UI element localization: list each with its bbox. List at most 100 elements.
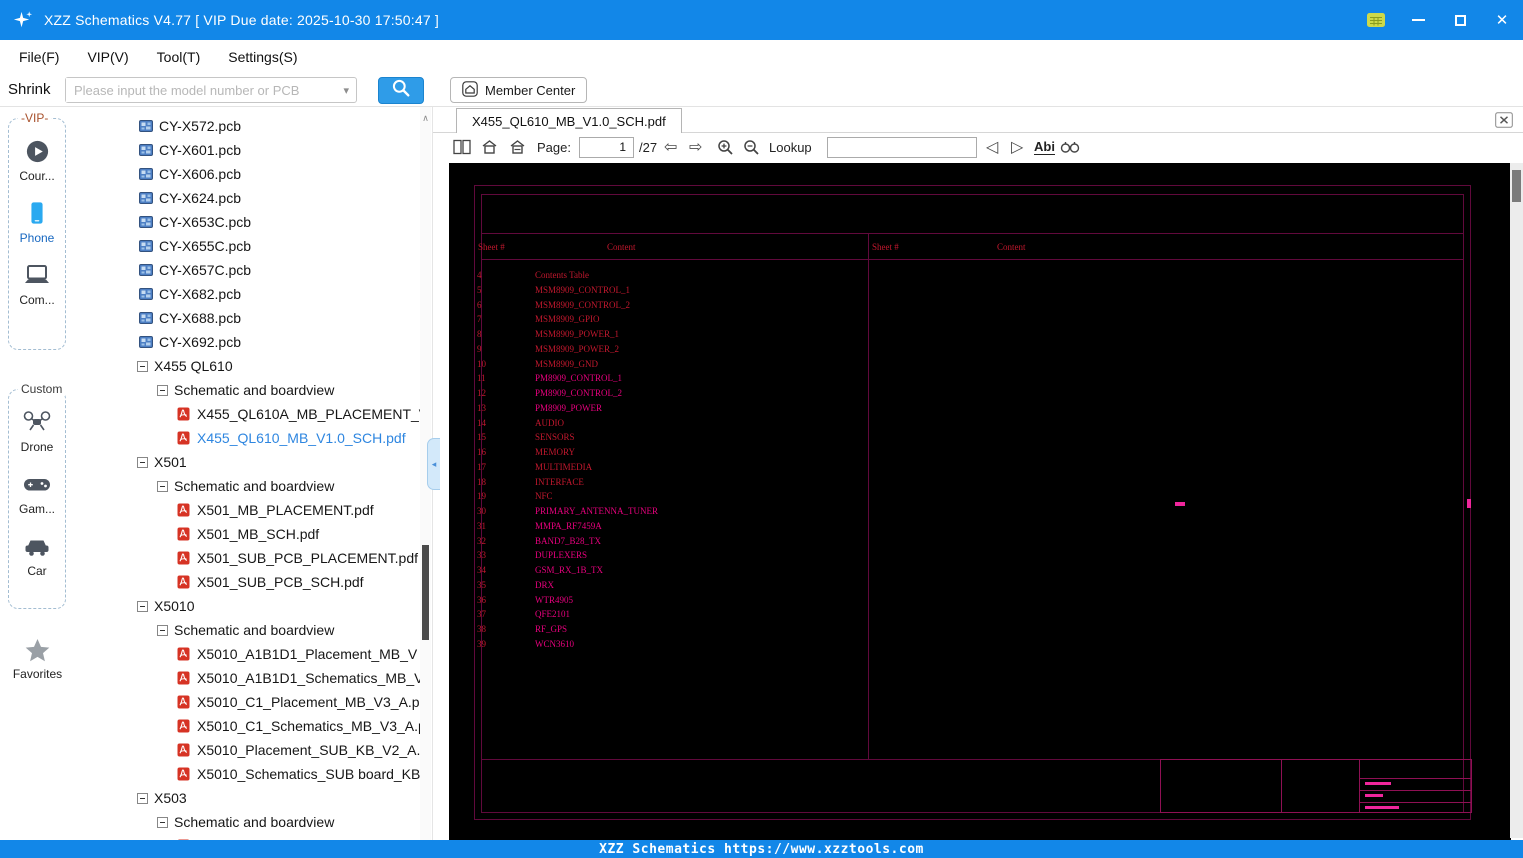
contents-row[interactable]: 14 AUDIO [475, 416, 867, 431]
contents-row[interactable]: 17 MULTIMEDIA [475, 460, 867, 475]
contents-row[interactable]: 39 WCN3610 [475, 637, 867, 652]
next-page-icon[interactable]: ⇨ [689, 133, 702, 161]
prev-match-icon[interactable]: ◁ [986, 133, 998, 161]
contents-row[interactable]: 31 MMPA_RF7459A [475, 519, 867, 534]
zoom-out-icon[interactable] [743, 133, 760, 161]
sidebar-item-cour[interactable]: Cour... [9, 136, 65, 183]
collapse-toggle-icon[interactable] [137, 792, 148, 804]
close-button[interactable]: ✕ [1481, 0, 1523, 40]
model-search-input[interactable] [66, 78, 344, 102]
tree-item-group[interactable]: X455 QL610 [75, 354, 420, 378]
tree-item-pcb[interactable]: CY-X657C.pcb [75, 258, 420, 282]
zoom-in-icon[interactable] [717, 133, 734, 161]
member-center-button[interactable]: Member Center [450, 77, 588, 103]
tree-item-pcb[interactable]: CY-X682.pcb [75, 282, 420, 306]
tree-item-group[interactable]: X503 [75, 786, 420, 810]
shrink-button[interactable]: Shrink [8, 81, 51, 98]
recharge-card-icon[interactable] [1355, 0, 1397, 40]
sidebar-item-drone[interactable]: Drone [9, 407, 65, 454]
contents-row[interactable]: 12 PM8909_CONTROL_2 [475, 386, 867, 401]
collapse-toggle-icon[interactable] [157, 480, 168, 492]
tree-item-pcb[interactable]: CY-X572.pcb [75, 114, 420, 138]
tree-item-pcb[interactable]: CY-X688.pcb [75, 306, 420, 330]
contents-row[interactable]: 32 BAND7_B28_TX [475, 534, 867, 549]
contents-row[interactable]: 37 QFE2101 [475, 607, 867, 622]
tree-item-pdf[interactable]: X5010_C1_Schematics_MB_V3_A.p [75, 714, 420, 738]
tree-item-pdf[interactable]: X5010_A1B1D1_Placement_MB_V [75, 642, 420, 666]
document-tab[interactable]: X455_QL610_MB_V1.0_SCH.pdf [456, 108, 682, 133]
tree-item-pdf[interactable]: X5010_Schematics_SUB board_KB [75, 762, 420, 786]
tree-item-pdf[interactable]: X455_QL610A_MB_PLACEMENT_V [75, 402, 420, 426]
contents-row[interactable]: 15 SENSORS [475, 430, 867, 445]
next-match-icon[interactable]: ▷ [1011, 133, 1023, 161]
search-dropdown-caret-icon[interactable]: ▾ [343, 84, 356, 97]
collapse-toggle-icon[interactable] [157, 384, 168, 396]
tree-item-pdf[interactable]: X501_SUB_PCB_PLACEMENT.pdf [75, 546, 420, 570]
contents-row[interactable]: 7 MSM8909_GPIO [475, 312, 867, 327]
sidebar-item-car[interactable]: Car [9, 531, 65, 578]
sidebar-item-gam[interactable]: Gam... [9, 469, 65, 516]
tree-item-subgroup[interactable]: Schematic and boardview [75, 810, 420, 834]
tree-item-pdf[interactable]: X5010_Placement_SUB_KB_V2_A.p [75, 738, 420, 762]
contents-row[interactable]: 4 Contents Table [475, 268, 867, 283]
contents-row[interactable]: 16 MEMORY [475, 445, 867, 460]
search-button[interactable] [378, 77, 424, 104]
scroll-up-arrow-icon[interactable]: ∧ [421, 113, 430, 124]
contents-row[interactable]: 11 PM8909_CONTROL_1 [475, 371, 867, 386]
viewer-scrollbar[interactable] [1510, 163, 1523, 838]
collapse-toggle-icon[interactable] [137, 360, 148, 372]
prev-page-icon[interactable]: ⇦ [664, 133, 677, 161]
tree-item-pdf[interactable]: X501_MB_SCH.pdf [75, 522, 420, 546]
collapse-toggle-icon[interactable] [137, 456, 148, 468]
menu-vip[interactable]: VIP(V) [73, 49, 142, 65]
sidebar-item-phone[interactable]: Phone [9, 198, 65, 245]
search-all-pages-icon[interactable] [1060, 133, 1080, 161]
contents-row[interactable]: 13 PM8909_POWER [475, 401, 867, 416]
tree-item-pcb[interactable]: CY-X655C.pcb [75, 234, 420, 258]
menu-tool[interactable]: Tool(T) [143, 49, 215, 65]
contents-row[interactable]: 38 RF_GPS [475, 622, 867, 637]
sidebar-item-favorites[interactable]: Favorites [0, 635, 75, 681]
fit-width-icon[interactable] [509, 133, 526, 161]
page-number-input[interactable] [579, 136, 634, 158]
tree-item-pcb[interactable]: CY-X601.pcb [75, 138, 420, 162]
contents-row[interactable]: 18 INTERFACE [475, 475, 867, 490]
contents-row[interactable]: 6 MSM8909_CONTROL_2 [475, 298, 867, 313]
contents-row[interactable]: 30 PRIMARY_ANTENNA_TUNER [475, 504, 867, 519]
two-page-view-icon[interactable] [453, 133, 471, 161]
contents-row[interactable]: 10 MSM8909_GND [475, 357, 867, 372]
contents-row[interactable]: 33 DUPLEXERS [475, 548, 867, 563]
lookup-input[interactable] [827, 136, 977, 158]
tree-item-pdf[interactable]: X5010_C1_Placement_MB_V3_A.p [75, 690, 420, 714]
tree-item-group[interactable]: X5010 [75, 594, 420, 618]
tree-scrollbar-thumb[interactable] [422, 545, 429, 640]
collapse-toggle-icon[interactable] [137, 600, 148, 612]
contents-row[interactable]: 9 MSM8909_POWER_2 [475, 342, 867, 357]
contents-row[interactable]: 19 NFC [475, 489, 867, 504]
tree-item-pdf[interactable]: X455_QL610_MB_V1.0_SCH.pdf [75, 426, 420, 450]
tree-item-pcb[interactable]: CY-X653C.pcb [75, 210, 420, 234]
viewer-scrollbar-thumb[interactable] [1512, 170, 1521, 202]
tree-item-subgroup[interactable]: Schematic and boardview [75, 474, 420, 498]
tree-item-subgroup[interactable]: Schematic and boardview [75, 618, 420, 642]
tree-item-pcb[interactable]: CY-X692.pcb [75, 330, 420, 354]
menu-settings[interactable]: Settings(S) [214, 49, 311, 65]
tree-item-pcb[interactable]: CY-X624.pcb [75, 186, 420, 210]
tree-item-subgroup[interactable]: Schematic and boardview [75, 378, 420, 402]
panel-collapse-handle[interactable]: ◂ [427, 438, 440, 490]
match-case-button[interactable]: Abi [1034, 139, 1055, 155]
pdf-canvas[interactable]: Sheet # Content Sheet # Content 4 Content… [449, 163, 1511, 840]
contents-row[interactable]: 8 MSM8909_POWER_1 [475, 327, 867, 342]
tree-item-pdf[interactable]: X5010_A1B1D1_Schematics_MB_V [75, 666, 420, 690]
sidebar-item-com[interactable]: Com... [9, 260, 65, 307]
menu-file[interactable]: File(F) [5, 49, 73, 65]
minimize-button[interactable] [1397, 0, 1439, 40]
fit-page-icon[interactable] [481, 133, 498, 161]
contents-row[interactable]: 5 MSM8909_CONTROL_1 [475, 283, 867, 298]
tree-item-pdf[interactable]: X501_SUB_PCB_SCH.pdf [75, 570, 420, 594]
maximize-button[interactable] [1439, 0, 1481, 40]
close-tab-icon[interactable] [1494, 111, 1513, 128]
tree-item-pdf[interactable]: X501_MB_PLACEMENT.pdf [75, 498, 420, 522]
contents-row[interactable]: 34 GSM_RX_1B_TX [475, 563, 867, 578]
contents-row[interactable]: 36 WTR4905 [475, 593, 867, 608]
